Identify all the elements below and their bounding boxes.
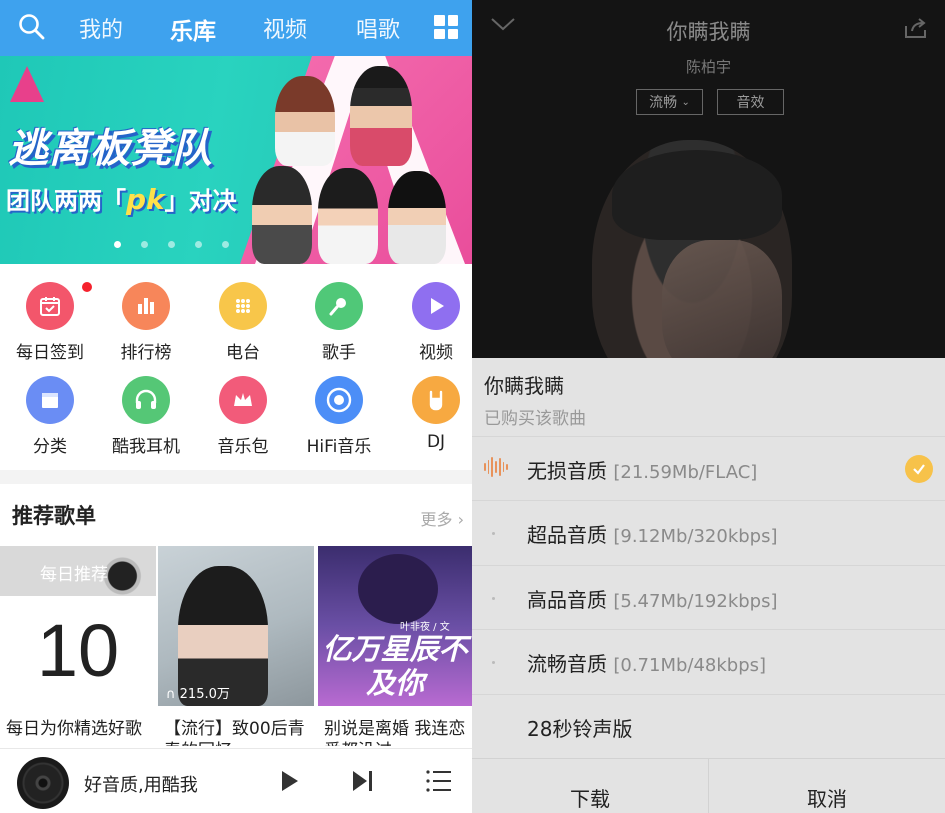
ringtone-option[interactable]: 28秒铃声版: [472, 694, 945, 758]
show-logo-icon: [10, 66, 44, 102]
play-count: ∩ 215.0万: [166, 687, 230, 702]
grid-menu-icon[interactable]: [434, 15, 458, 39]
feature-kuwo-headphones[interactable]: 酷我耳机: [99, 376, 193, 457]
section-title: 推荐歌单: [12, 504, 96, 528]
play-icon: [412, 282, 460, 330]
section-divider: [0, 470, 472, 484]
chevron-right-icon: ›: [457, 510, 464, 529]
artist-photo: [472, 120, 945, 360]
quality-sheet: 你瞒我瞒 已购买该歌曲 无损音质 [21.59Mb/FLAC] 超品音质 [9.…: [472, 358, 945, 813]
music-library-screen: 我的 乐库 视频 唱歌 逃离板凳队 团队两两「pk」对决 每日签到 排行榜 电台…: [0, 0, 472, 813]
tab-sing[interactable]: 唱歌: [356, 12, 400, 44]
banner-person: [252, 166, 312, 264]
playlist-caption: 【流行】致00后青春的回忆: [164, 719, 305, 746]
more-link[interactable]: 更多 ›: [420, 506, 464, 530]
purchase-status: 已购买该歌曲: [484, 409, 586, 429]
playlist-caption: 别说是离婚 我连恋爱都没过: [324, 719, 466, 746]
top-nav-bar: 我的 乐库 视频 唱歌: [0, 0, 472, 56]
calendar-check-icon: [26, 282, 74, 330]
feature-category[interactable]: 分类: [3, 376, 97, 457]
tab-video[interactable]: 视频: [263, 12, 307, 44]
cancel-button[interactable]: 取消: [708, 759, 945, 813]
tab-library[interactable]: 乐库: [170, 12, 216, 46]
cover-author: 叶非夜 / 文: [400, 622, 450, 633]
quality-option-smooth[interactable]: 流畅音质 [0.71Mb/48kbps]: [472, 629, 945, 693]
now-playing-screen: 你瞒我瞒 陈柏宇 流畅 ⌄ 音效 你瞒我瞒 已购买该歌曲 无损音质 [21.59…: [472, 0, 945, 813]
banner-person: [388, 171, 446, 264]
headphones-icon: ∩: [166, 687, 176, 702]
song-title: 你瞒我瞒: [666, 20, 751, 44]
playlist-caption: 每日为你精选好歌: [6, 719, 142, 739]
feature-music-pack[interactable]: 音乐包: [196, 376, 290, 457]
bar-chart-icon: [122, 282, 170, 330]
feature-grid: 每日签到 排行榜 电台 歌手 视频 分类 酷我耳机 音乐包 HiFi音乐 DJ: [0, 264, 472, 469]
share-icon[interactable]: [903, 16, 929, 40]
cover-title: 亿万星辰不及你: [322, 632, 468, 700]
tab-mine[interactable]: 我的: [79, 12, 123, 44]
category-box-icon: [26, 376, 74, 424]
now-playing-text: 好音质,用酷我: [84, 775, 198, 796]
sound-wave-icon: [484, 455, 509, 479]
daily-date: 10: [36, 609, 120, 692]
rock-hand-icon: [412, 376, 460, 424]
crown-icon: [219, 376, 267, 424]
sound-effect-button[interactable]: 音效: [717, 89, 784, 115]
quality-option-super[interactable]: 超品音质 [9.12Mb/320kbps]: [472, 500, 945, 564]
quality-option-lossless[interactable]: 无损音质 [21.59Mb/FLAC]: [472, 436, 945, 500]
disc-icon: [315, 376, 363, 424]
playlist-cards: 每日推荐 10 每日为你精选好歌 ∩ 215.0万 【流行】致00后青春的回忆 …: [0, 546, 472, 746]
quality-option-high[interactable]: 高品音质 [5.47Mb/192kbps]: [472, 565, 945, 629]
banner-person: [318, 168, 378, 264]
play-icon[interactable]: [280, 769, 300, 793]
record-decoration: [100, 546, 156, 596]
sheet-actions: 下载 取消: [472, 758, 945, 813]
banner-person: [275, 76, 335, 166]
feature-daily-checkin[interactable]: 每日签到: [3, 282, 97, 363]
playlist-card[interactable]: 叶非夜 / 文 亿万星辰不及你 别说是离婚 我连恋爱都没过: [318, 546, 472, 746]
promo-banner[interactable]: 逃离板凳队 团队两两「pk」对决: [0, 56, 472, 264]
feature-hifi[interactable]: HiFi音乐: [292, 376, 386, 457]
artist-name: 陈柏宇: [685, 58, 731, 76]
download-button[interactable]: 下载: [472, 759, 708, 813]
sheet-title: 你瞒我瞒: [484, 374, 564, 398]
playlist-card[interactable]: ∩ 215.0万 【流行】致00后青春的回忆: [158, 546, 314, 746]
chevron-down-icon: ⌄: [681, 96, 690, 108]
quality-dropdown[interactable]: 流畅 ⌄: [636, 89, 703, 115]
album-disc-icon[interactable]: [17, 757, 69, 809]
next-track-icon[interactable]: [351, 769, 375, 793]
feature-singers[interactable]: 歌手: [292, 282, 386, 363]
banner-title: 逃离板凳队: [8, 126, 213, 172]
banner-pagination: [0, 241, 472, 248]
mini-player[interactable]: 好音质,用酷我: [0, 748, 472, 813]
feature-video[interactable]: 视频: [389, 282, 472, 363]
headphones-icon: [122, 376, 170, 424]
selected-check-icon: [905, 455, 933, 483]
notification-dot: [82, 282, 92, 292]
banner-subtitle: 团队两两「pk」对决: [6, 183, 237, 216]
feature-dj[interactable]: DJ: [389, 376, 472, 452]
cover-illustration: [358, 554, 438, 624]
search-icon[interactable]: [18, 13, 46, 41]
feature-charts[interactable]: 排行榜: [99, 282, 193, 363]
playlist-card-daily[interactable]: 每日推荐 10 每日为你精选好歌: [0, 546, 156, 746]
playlist-menu-icon[interactable]: [426, 769, 452, 793]
banner-person: [350, 66, 412, 166]
microphone-icon: [315, 282, 363, 330]
feature-radio[interactable]: 电台: [196, 282, 290, 363]
radio-dots-icon: [219, 282, 267, 330]
daily-badge: 每日推荐: [40, 565, 108, 585]
